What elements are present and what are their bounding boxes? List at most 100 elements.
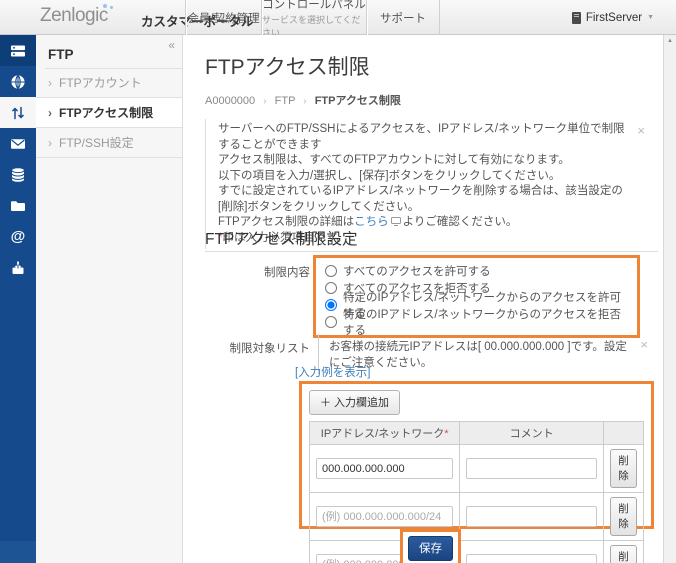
transfer-icon — [12, 106, 24, 119]
add-row-button[interactable]: ＋ 入力欄追加 — [309, 390, 401, 415]
delete-button[interactable]: 削除 — [609, 545, 637, 563]
page-title: FTPアクセス制限 — [205, 56, 370, 79]
account-menu[interactable]: FirstServer ▼ — [571, 0, 654, 35]
menu-icon — [11, 45, 25, 56]
nav-label: コントロールパネル — [262, 0, 366, 11]
comment-input[interactable] — [466, 554, 597, 563]
delete-button[interactable]: 削除 — [609, 497, 637, 536]
save-button-highlight: 保存 — [400, 529, 461, 563]
show-example-link[interactable]: [入力例を表示] — [295, 364, 370, 380]
submenu-title: FTP — [48, 47, 74, 62]
at-icon: @ — [10, 228, 26, 245]
comment-input[interactable] — [466, 458, 597, 479]
sidebar-item-ftp[interactable] — [0, 97, 36, 128]
install-icon — [12, 261, 24, 274]
folder-icon — [11, 200, 25, 211]
app-window: Zenlogic カスタマーポータル 会員/契約管理 コントロールパネル サービ… — [0, 0, 676, 563]
ip-notice-text: お客様の接続元IPアドレスは[ 00.000.000.000 ]です。設定にご注… — [329, 341, 627, 369]
logo-dot-icon — [103, 4, 107, 8]
restriction-label: 制限内容 — [264, 267, 310, 279]
target-list-label: 制限対象リスト — [229, 343, 311, 355]
radio-input[interactable] — [325, 281, 337, 294]
nav-member-contract[interactable]: 会員/契約管理 — [185, 0, 262, 35]
breadcrumb-current: FTPアクセス制限 — [314, 95, 401, 107]
zenlogic-logo[interactable]: Zenlogic — [40, 5, 108, 27]
nav-label: サポート — [380, 12, 426, 25]
main-content: FTPアクセス制限 A0000000 › FTP › FTPアクセス制限 × サ… — [183, 35, 663, 563]
required-mark: * — [444, 428, 449, 440]
sidebar-item-mail[interactable] — [0, 128, 36, 159]
radio-deny-specific[interactable]: 特定のIPアドレス/ネットワークからのアクセスを拒否する — [325, 309, 628, 337]
divider — [205, 251, 658, 252]
close-icon[interactable]: × — [640, 337, 648, 352]
notice-line: サーバーへのFTP/SSHによるアクセスを、IPアドレス/ネットワーク単位で制限… — [218, 123, 625, 151]
chevron-right-icon: › — [48, 75, 52, 90]
ftp-submenu: « FTP › FTPアカウント › FTPアクセス制限 › FTP/SSH設定 — [36, 35, 183, 563]
ip-input[interactable] — [316, 506, 454, 527]
top-header: Zenlogic カスタマーポータル 会員/契約管理 コントロールパネル サービ… — [0, 0, 676, 38]
account-name: FirstServer — [585, 11, 643, 24]
ip-table: IPアドレス/ネットワーク* コメント 削除 削除 — [308, 421, 645, 563]
radio-label: すべてのアクセスを許可する — [343, 265, 491, 278]
chevron-right-icon: › — [48, 105, 52, 120]
save-button[interactable]: 保存 — [408, 536, 453, 561]
header-nav: 会員/契約管理 コントロールパネル サービスを選択してください サポート — [185, 0, 440, 38]
collapse-sidebar-icon[interactable]: « — [168, 38, 175, 52]
table-row: 削除 — [308, 492, 645, 541]
col-header-ip: IPアドレス/ネットワーク* — [308, 421, 461, 445]
col-header-label: コメント — [509, 428, 554, 440]
vertical-scrollbar[interactable]: ▲ — [663, 35, 676, 563]
notice-line: 以下の項目を入力/選択し、[保存]ボタンをクリックしてください。 — [218, 169, 561, 182]
sidebar-item-menu[interactable] — [0, 35, 36, 66]
sidebar-item-files[interactable] — [0, 190, 36, 221]
table-header-row: IPアドレス/ネットワーク* コメント — [308, 421, 645, 445]
database-icon — [11, 167, 25, 182]
breadcrumb-item[interactable]: A0000000 — [205, 95, 255, 107]
radio-input[interactable] — [325, 264, 337, 277]
radio-label: 特定のIPアドレス/ネットワークからのアクセスを拒否する — [343, 308, 621, 337]
section-title: FTPアクセス制限設定 — [205, 231, 358, 248]
radio-input[interactable] — [325, 315, 337, 328]
breadcrumb-item[interactable]: FTP — [275, 95, 296, 107]
rail-footer — [0, 541, 36, 563]
mail-icon — [11, 138, 25, 149]
submenu-item-ftp-ssh-settings[interactable]: › FTP/SSH設定 — [36, 128, 182, 158]
breadcrumb-separator: › — [303, 96, 307, 107]
submenu-item-ftp-access-restriction[interactable]: › FTPアクセス制限 — [36, 98, 182, 128]
details-link[interactable]: こちら — [354, 216, 389, 228]
table-row: 削除 — [308, 444, 645, 493]
chevron-right-icon: › — [48, 135, 52, 150]
breadcrumb-separator: › — [263, 96, 267, 107]
breadcrumb: A0000000 › FTP › FTPアクセス制限 — [205, 92, 401, 108]
external-link-icon — [390, 217, 401, 226]
notice-line: アクセス制限は、すべてのFTPアカウントに対して有効になります。 — [218, 154, 570, 166]
ip-table-highlight: ＋ 入力欄追加 IPアドレス/ネットワーク* コメント 削除 — [299, 381, 654, 563]
col-header-comment: コメント — [459, 421, 604, 445]
submenu-item-label: FTPアカウント — [59, 76, 142, 90]
submenu-item-label: FTP/SSH設定 — [59, 136, 134, 150]
restriction-options-highlight: すべてのアクセスを許可する すべてのアクセスを拒否する 特定のIPアドレス/ネッ… — [313, 255, 640, 338]
server-icon — [571, 11, 581, 24]
icon-rail: @ — [0, 35, 36, 563]
nav-control-panel[interactable]: コントロールパネル サービスを選択してください — [262, 0, 367, 38]
radio-allow-all[interactable]: すべてのアクセスを許可する — [325, 262, 628, 279]
col-header-label: IPアドレス/ネットワーク — [320, 428, 445, 440]
sidebar-item-domain[interactable]: @ — [0, 221, 36, 252]
sidebar-item-database[interactable] — [0, 159, 36, 190]
globe-icon — [11, 74, 25, 89]
submenu-item-ftp-account[interactable]: › FTPアカウント — [36, 68, 182, 98]
delete-button[interactable]: 削除 — [609, 449, 637, 488]
sidebar-item-install[interactable] — [0, 252, 36, 283]
submenu-item-label: FTPアクセス制限 — [59, 106, 154, 120]
comment-input[interactable] — [466, 506, 597, 527]
scroll-up-arrow-icon[interactable]: ▲ — [664, 35, 676, 47]
radio-input[interactable] — [325, 298, 337, 311]
ip-input[interactable] — [316, 458, 454, 479]
notice-line: すでに設定されているIPアドレス/ネットワークを削除する場合は、該当設定の[削除… — [218, 185, 623, 213]
col-header-actions — [602, 421, 645, 445]
nav-support[interactable]: サポート — [367, 0, 440, 35]
logo-dot-icon — [110, 6, 113, 9]
sidebar-item-web[interactable] — [0, 66, 36, 97]
nav-label: 会員/契約管理 — [187, 12, 260, 25]
close-icon[interactable]: × — [637, 123, 645, 139]
